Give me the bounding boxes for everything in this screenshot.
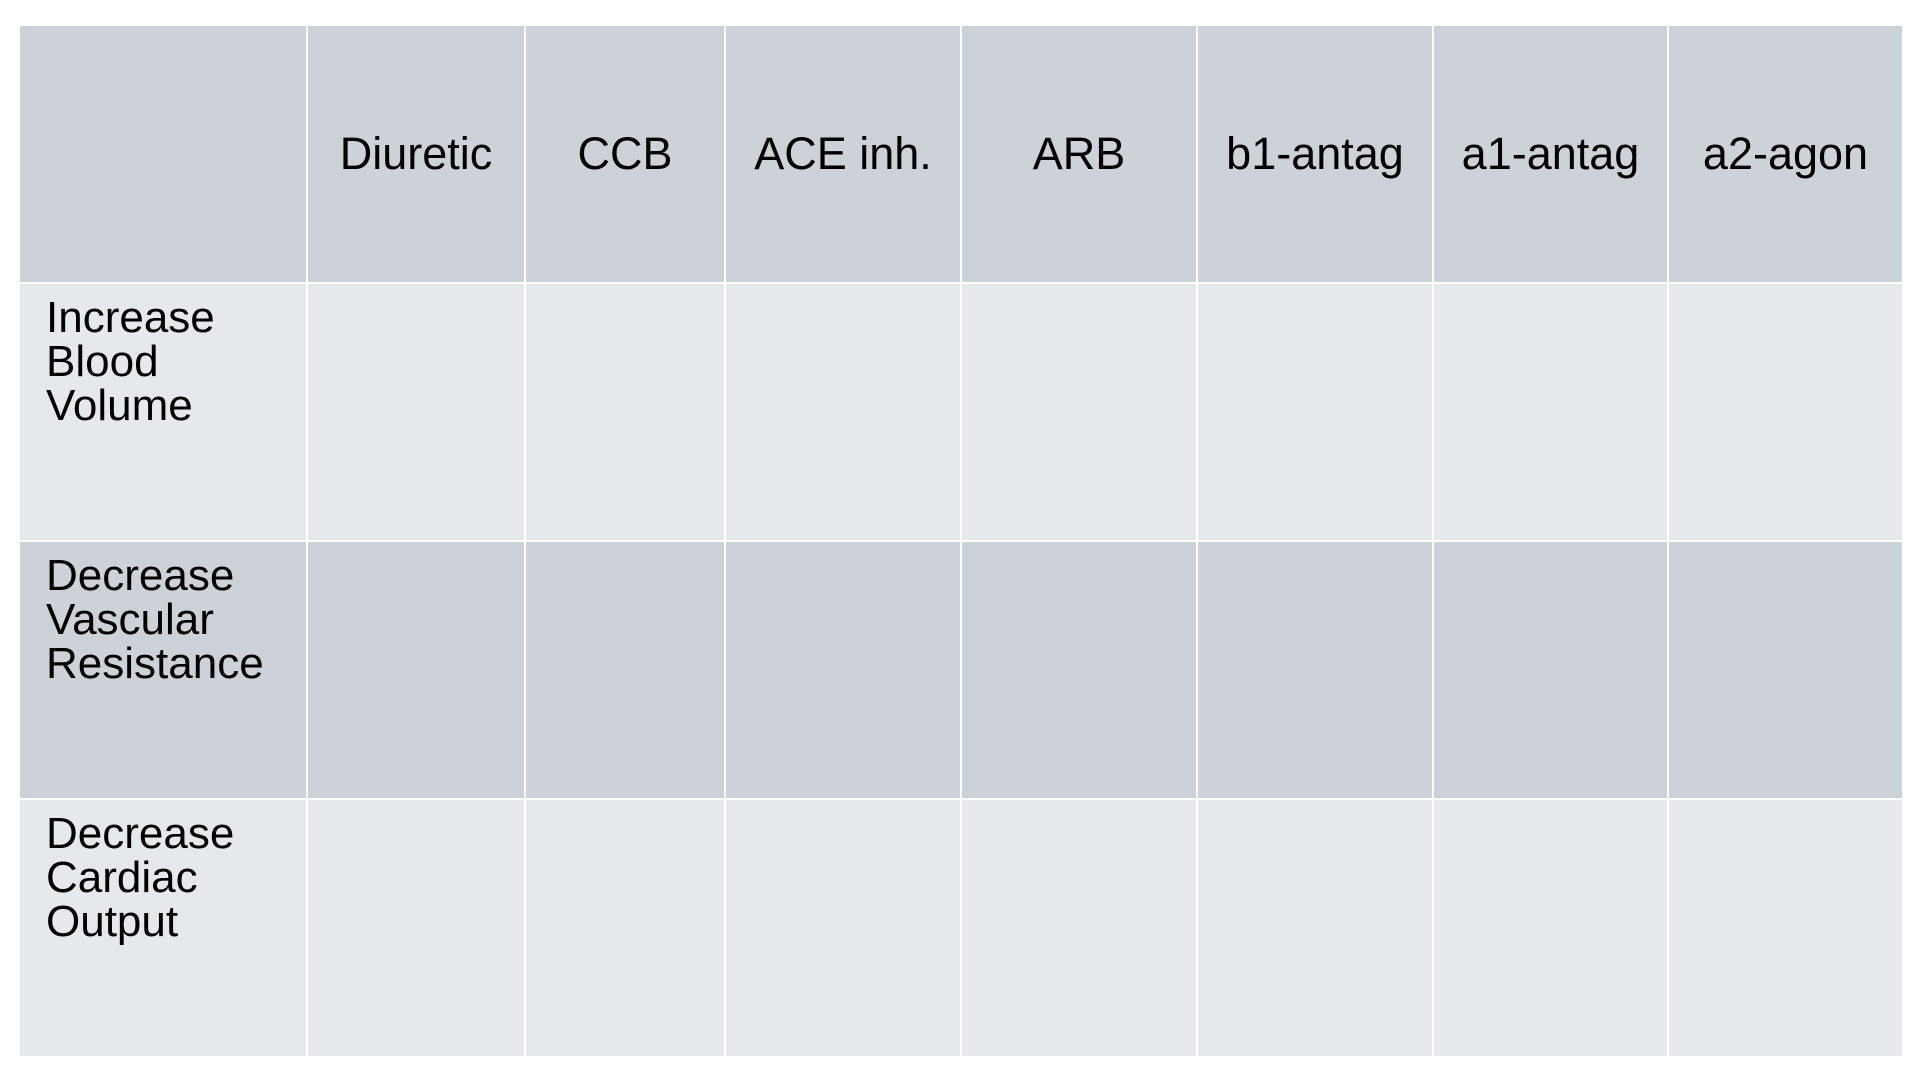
column-header-diuretic: Diuretic	[306, 24, 526, 284]
table-cell	[1667, 540, 1904, 800]
table-cell	[960, 798, 1198, 1058]
table-cell	[724, 798, 962, 1058]
table-cell	[1432, 798, 1669, 1058]
table-cell	[306, 798, 526, 1058]
row-label-decrease-cardiac-output: Decrease Cardiac Output	[18, 798, 308, 1058]
header-row: Diuretic CCB ACE inh. ARB b1-antag a1-an…	[18, 24, 1904, 284]
table-cell	[1196, 798, 1434, 1058]
row-label-line: Cardiac	[46, 853, 198, 902]
table-cell	[306, 540, 526, 800]
table-cell	[960, 282, 1198, 542]
column-header-arb: ARB	[960, 24, 1198, 284]
table-cell	[1432, 282, 1669, 542]
table-cell	[524, 282, 726, 542]
table-row-decrease-vascular-resistance: Decrease Vascular Resistance	[18, 540, 1904, 800]
row-label-line: Blood	[46, 337, 159, 386]
table-cell	[724, 282, 962, 542]
row-label-line: Increase	[46, 293, 215, 342]
row-label-line: Decrease	[46, 809, 235, 858]
row-label-line: Resistance	[46, 639, 264, 688]
row-label-increase-blood-volume: Increase Blood Volume	[18, 282, 308, 542]
table-cell	[1667, 282, 1904, 542]
drug-effects-table: Diuretic CCB ACE inh. ARB b1-antag a1-an…	[18, 24, 1904, 1058]
table-cell	[960, 540, 1198, 800]
table-cell	[524, 540, 726, 800]
table-cell	[1667, 798, 1904, 1058]
table-cell	[306, 282, 526, 542]
table-cell	[724, 540, 962, 800]
column-header-ccb: CCB	[524, 24, 726, 284]
table-row-decrease-cardiac-output: Decrease Cardiac Output	[18, 798, 1904, 1058]
row-label-line: Output	[46, 897, 179, 946]
table-cell	[1196, 540, 1434, 800]
column-header-a1-antag: a1-antag	[1432, 24, 1669, 284]
row-label-line: Vascular	[46, 595, 214, 644]
row-label-line: Volume	[46, 381, 193, 430]
corner-cell	[18, 24, 308, 284]
row-label-decrease-vascular-resistance: Decrease Vascular Resistance	[18, 540, 308, 800]
column-header-b1-antag: b1-antag	[1196, 24, 1434, 284]
table-cell	[1196, 282, 1434, 542]
row-label-line: Decrease	[46, 551, 235, 600]
table-cell	[1432, 540, 1669, 800]
table-row-increase-blood-volume: Increase Blood Volume	[18, 282, 1904, 542]
table-cell	[524, 798, 726, 1058]
column-header-a2-agon: a2-agon	[1667, 24, 1904, 284]
column-header-ace-inhibitor: ACE inh.	[724, 24, 962, 284]
